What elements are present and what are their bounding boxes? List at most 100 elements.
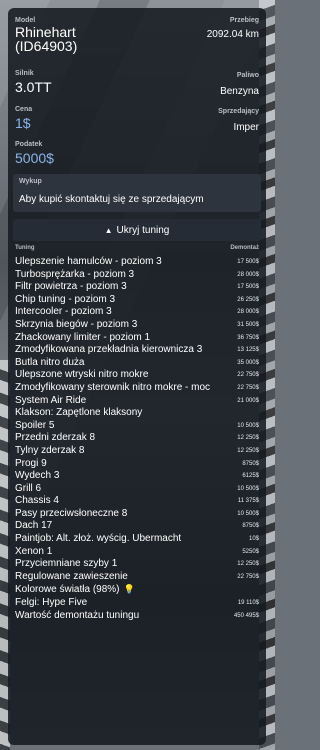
tuning-row: System Air Ride 21 000$ [15,395,259,408]
tuning-price: 10 500$ [237,422,259,429]
tuning-price: 35 000$ [237,359,259,366]
tuning-name: Chassis 4 [15,495,59,508]
buyout-box: Wykup Aby kupić skontaktuj się ze sprzed… [13,174,261,212]
price-value: 1$ [15,115,31,131]
tuning-name: Chip tuning - poziom 3 [15,294,115,307]
tuning-row: Spoiler 5 10 500$ [15,420,259,433]
tuning-name-text: Zmodyfikowana przekładnia kierownicza 3 [15,344,203,356]
tuning-price: 10$ [248,536,259,543]
tuning-header: Tuning Demontaż [15,245,259,251]
tuning-list: Ulepszenie hamulców - poziom 3 17 500$ Tur… [15,256,259,622]
tuning-name: Grill 6 [15,483,41,496]
tuning-name-text: Pasy przeciwsłoneczne 8 [15,507,128,519]
tuning-price: 17 500$ [237,284,259,291]
tuning-name: Progi 9 [15,458,47,471]
tuning-row: Zmodyfikowany sterownik nitro mokre - mo… [15,382,259,395]
tuning-price: 8750$ [242,460,259,467]
tuning-row: Progi 9 8750$ [15,458,259,471]
tuning-name-text: Turbosprężarka - poziom 3 [15,268,135,280]
tuning-name-text: Grill 6 [15,482,42,494]
tuning-name: Filtr powietrza - poziom 3 [15,281,127,294]
tuning-row: Przyciemniane szyby 1 12 250$ [15,558,259,571]
tuning-name: Xenon 1 [15,546,52,559]
tuning-name-text: Chip tuning - poziom 3 [15,293,116,305]
tuning-row: Filtr powietrza - poziom 3 17 500$ [15,281,259,294]
tuning-row: Felgi: Hype Five 19 110$ [15,597,259,610]
tuning-name: Turbosprężarka - poziom 3 [15,269,134,282]
hide-tuning-button[interactable]: ▲ Ukryj tuning [13,219,261,241]
tuning-price: 8750$ [242,523,259,530]
tuning-name-text: Przyciemniane szyby 1 [15,558,118,570]
tuning-name-text: Klakson: Zapętlone klaksony [15,407,143,419]
tuning-row: Paintjob: Alt. złoż. wyścig. Ubermacht 10… [15,533,259,546]
mileage-label: Przebieg [229,17,259,24]
tuning-price: 19 110$ [237,600,259,607]
tuning-price: 28 000$ [237,309,259,316]
tuning-row: Grill 6 10 500$ [15,483,259,496]
seller-label: Sprzedający [218,108,259,115]
tuning-name: Felgi: Hype Five [15,597,87,610]
tuning-name: Tylny zderzak 8 [15,445,84,458]
tuning-name: Intercooler - poziom 3 [15,306,112,319]
tuning-price: 22 750$ [237,573,259,580]
tuning-price: 13 125$ [237,347,259,354]
hide-tuning-label: Ukryj tuning [116,224,170,236]
tuning-price: 12 250$ [237,435,259,442]
tuning-row: Ulepszenie hamulców - poziom 3 17 500$ [15,256,259,269]
tuning-name: Przedni zderzak 8 [15,432,95,445]
tuning-price: 22 750$ [237,372,259,379]
tuning-name: Wydech 3 [15,470,59,483]
tuning-name: Zhackowany limiter - poziom 1 [15,332,150,345]
tuning-row: Skrzynia biegów - poziom 3 31 500$ [15,319,259,332]
tuning-row: Klakson: Zapętlone klaksony [15,407,259,420]
tuning-row: Przedni zderzak 8 12 250$ [15,432,259,445]
tuning-name-text: Zhackowany limiter - poziom 1 [15,331,151,343]
tuning-name-text: Kolorowe światła (98%) [15,584,120,596]
tuning-name-text: Intercooler - poziom 3 [15,306,112,318]
tuning-col-price: Demontaż [230,245,259,251]
tuning-name: Przyciemniane szyby 1 [15,558,117,571]
tuning-name: Zmodyfikowany sterownik nitro mokre - mo… [15,382,210,395]
tuning-price: 6125$ [242,473,259,480]
tuning-row: Turbosprężarka - poziom 3 28 000$ [15,269,259,282]
tuning-price: 26 250$ [237,296,259,303]
tuning-price: 36 750$ [237,334,259,341]
tuning-name: Ulepszone wtryski nitro mokre [15,369,148,382]
tuning-name-text: Ulepszenie hamulców - poziom 3 [15,256,162,267]
tuning-name-text: Zmodyfikowany sterownik nitro mokre - mo… [15,381,211,393]
tuning-name-text: Spoiler 5 [15,419,55,431]
tuning-name-text: Xenon 1 [15,545,53,557]
engine-row: Silnik 3.0TT Paliwo Benzyna [15,70,259,99]
tuning-row: Ulepszone wtryski nitro mokre 22 750$ [15,369,259,382]
tuning-row: Tylny zderzak 8 12 250$ [15,445,259,458]
tuning-name-text: Progi 9 [15,457,47,469]
tuning-price: 10 500$ [237,485,259,492]
tuning-row: Zmodyfikowana przekładnia kierownicza 3 1… [15,344,259,357]
tuning-price: 10 500$ [237,510,259,517]
tuning-price: 12 250$ [237,447,259,454]
tuning-row: Zhackowany limiter - poziom 1 36 750$ [15,332,259,345]
tuning-row: Wartość demontażu tuningu 450 495$ [15,610,259,623]
engine-label: Silnik [15,70,34,77]
tuning-col-name: Tuning [15,245,35,251]
buyout-text: Aby kupić skontaktuj się ze sprzedającym [19,194,204,205]
tuning-name-text: Paintjob: Alt. złoż. wyścig. Ubermacht [15,533,182,545]
lightbulb-icon: 💡 [123,584,135,595]
mileage-value: 2092.04 km [206,29,259,40]
tuning-name-text: Skrzynia biegów - poziom 3 [15,318,138,330]
tuning-name: Spoiler 5 [15,420,54,433]
model-row: Model Rhinehart (ID64903) Przebieg 2092.… [15,17,259,53]
tuning-price: 28 000$ [237,271,259,278]
tuning-name: Paintjob: Alt. złoż. wyścig. Ubermacht [15,533,181,546]
tuning-name-text: Tylny zderzak 8 [15,444,85,456]
tuning-row: Dach 17 8750$ [15,520,259,533]
tuning-name-text: Ulepszone wtryski nitro mokre [15,369,149,381]
tuning-name-text: Regulowane zawieszenie [15,570,128,582]
tuning-price: 12 250$ [237,561,259,568]
tuning-name-text: Wartość demontażu tuningu [15,609,140,621]
model-label: Model [15,17,36,24]
tuning-name-text: Filtr powietrza - poziom 3 [15,281,127,293]
tuning-name-text: System Air Ride [15,394,87,406]
tuning-row: Intercooler - poziom 3 28 000$ [15,306,259,319]
tuning-name: Dach 17 [15,520,52,533]
